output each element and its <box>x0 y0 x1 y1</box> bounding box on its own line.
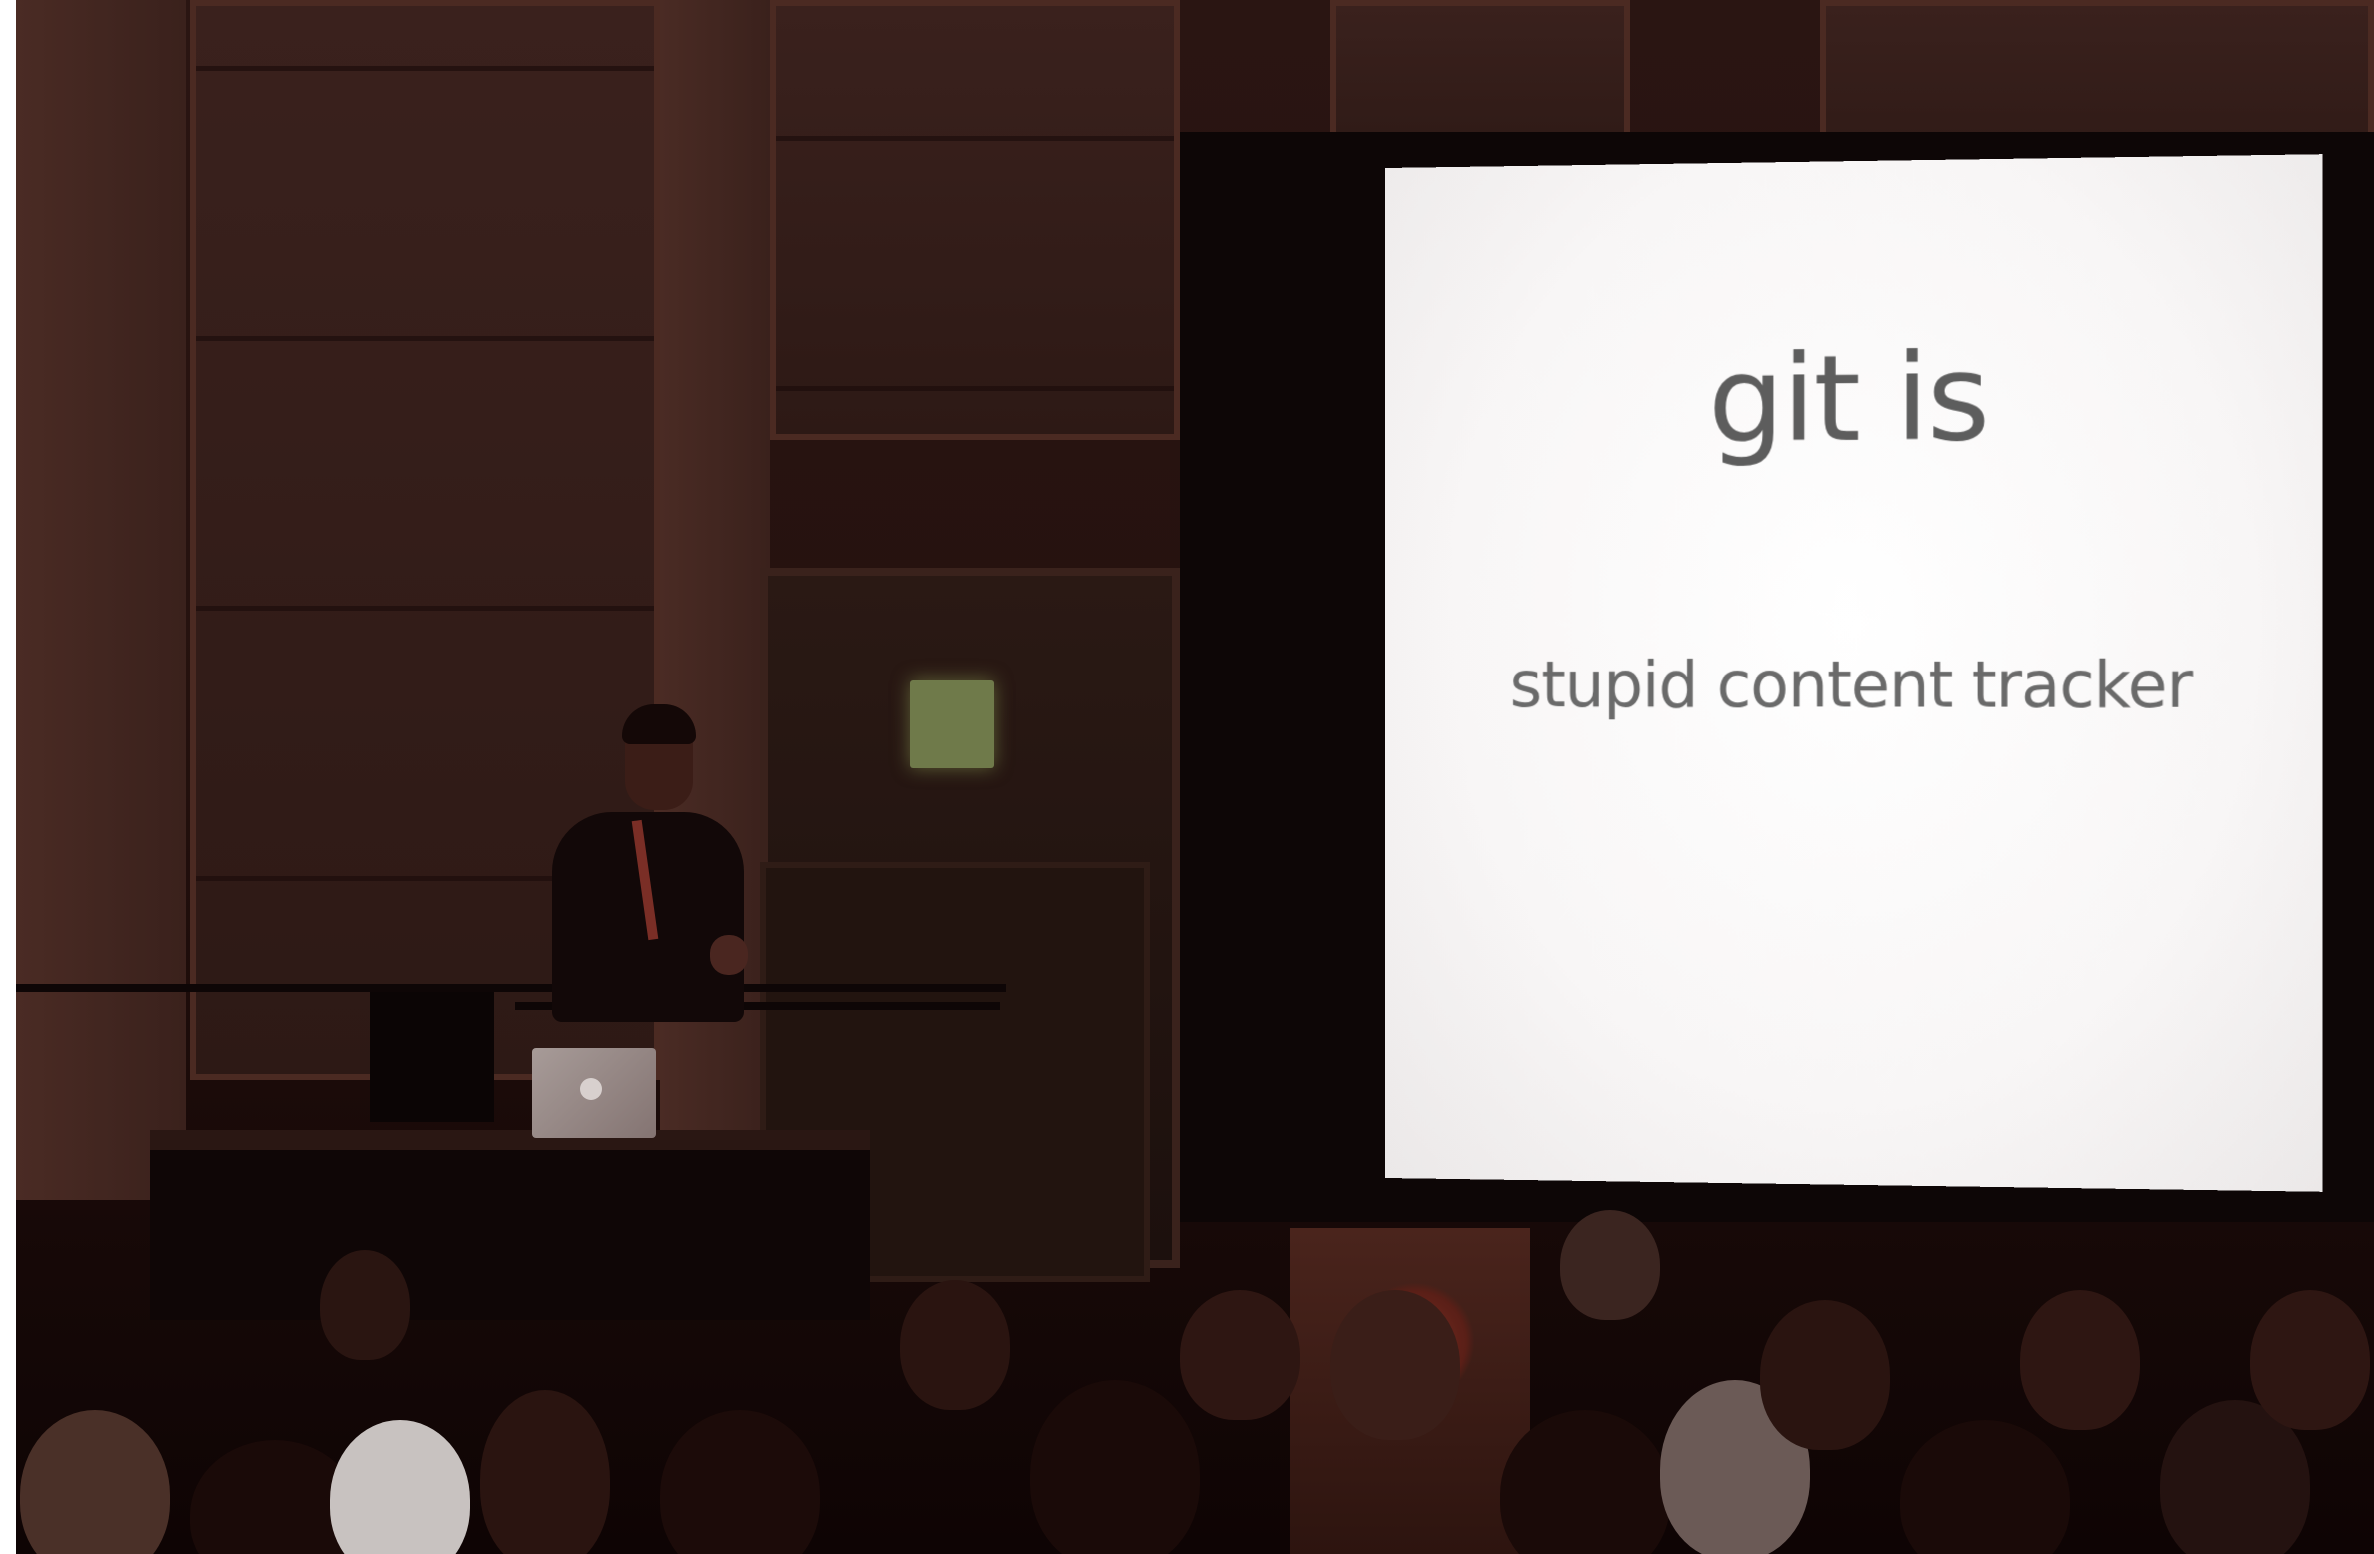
stage-rail <box>16 984 1006 992</box>
audience-head <box>480 1390 610 1554</box>
speaker-hand <box>710 935 748 975</box>
slide-subtitle: stupid content tracker <box>1385 647 2323 722</box>
projection-screen: git is stupid content tracker <box>1385 154 2323 1192</box>
audience-head <box>1030 1380 1200 1554</box>
apple-logo-icon <box>580 1078 602 1100</box>
image-border <box>0 0 16 1554</box>
wall-pillar <box>16 0 186 1200</box>
presenter-table-skirt <box>150 1150 870 1320</box>
audience-head <box>1760 1300 1890 1450</box>
audience-head <box>330 1420 470 1554</box>
audience-head <box>1330 1290 1460 1440</box>
exit-sign <box>910 680 994 768</box>
audience-head <box>2020 1290 2140 1430</box>
audience-head <box>2250 1290 2370 1430</box>
audience-head <box>1560 1210 1660 1320</box>
slide-title: git is <box>1385 324 2323 471</box>
wall-panel <box>770 0 1180 440</box>
audience-head <box>1180 1290 1300 1420</box>
audience-head <box>320 1250 410 1360</box>
audience-head <box>900 1280 1010 1410</box>
audience-head <box>1900 1420 2070 1554</box>
audience-head <box>20 1410 170 1554</box>
audience-head <box>660 1410 820 1554</box>
monitor <box>370 992 494 1122</box>
conference-photo: git is stupid content tracker <box>0 0 2374 1554</box>
